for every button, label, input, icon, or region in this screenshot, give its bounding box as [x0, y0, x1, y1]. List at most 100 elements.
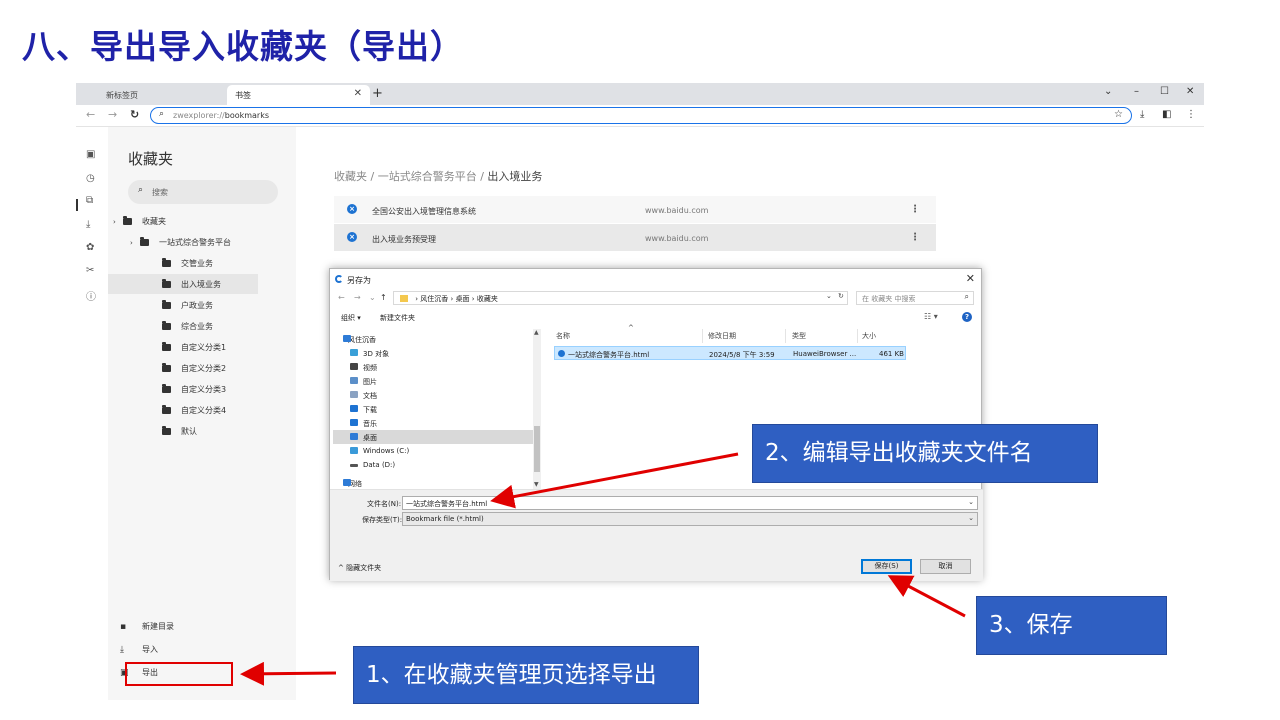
bookmark-row[interactable]: × 全国公安出入境管理信息系统 www.baidu.com ⋮ — [334, 196, 936, 223]
star-icon[interactable]: ☆ — [1114, 109, 1123, 120]
download-icon[interactable]: ⤓ — [1140, 109, 1144, 120]
chevron-down-icon[interactable]: ⌄ — [968, 498, 974, 506]
nav-item[interactable]: 音乐 — [333, 416, 536, 430]
chevron-down-icon[interactable]: ▼ — [534, 481, 539, 488]
path-row: ← → ⌄ ↑ › 风住沉香 › 桌面 › 收藏夹 ⌄ ↻ 在 收藏夹 中搜索 … — [330, 289, 983, 307]
column-size[interactable]: 大小 — [862, 331, 876, 341]
history-icon[interactable]: ◷ — [86, 173, 95, 184]
nav-item[interactable]: Windows (C:) — [333, 444, 536, 458]
tree-item-general[interactable]: 综合业务 — [108, 316, 258, 336]
nav-item[interactable]: 风住沉香 — [333, 332, 536, 346]
save-button[interactable]: 保存(S) — [861, 559, 912, 574]
path-segment[interactable]: 收藏夹 — [477, 295, 498, 303]
organize-button[interactable]: 组织 ▾ — [341, 313, 361, 323]
column-modified[interactable]: 修改日期 — [708, 331, 736, 341]
window-close-button[interactable]: ✕ — [1186, 86, 1194, 97]
desktop-icon — [350, 433, 358, 440]
tree-item-custom1[interactable]: 自定义分类1 — [108, 337, 258, 357]
extensions-icon[interactable]: ✿ — [86, 242, 94, 253]
browser-logo-icon — [335, 275, 343, 283]
column-type[interactable]: 类型 — [792, 331, 806, 341]
column-name[interactable]: 名称 — [556, 331, 570, 341]
help-icon[interactable]: ? — [962, 312, 972, 322]
hide-folders-toggle[interactable]: ^ 隐藏文件夹 — [338, 563, 381, 573]
chevron-up-icon[interactable]: ▲ — [534, 329, 539, 336]
close-icon[interactable]: ✕ — [966, 272, 975, 285]
chevron-down-icon[interactable]: ⌄ — [369, 293, 376, 302]
new-folder-button[interactable]: 新建文件夹 — [380, 313, 415, 323]
path-segment[interactable]: 桌面 — [456, 295, 470, 303]
nav-item[interactable]: 网络 — [333, 476, 536, 490]
more-icon[interactable]: ⋮ — [910, 232, 920, 243]
path-input[interactable]: › 风住沉香 › 桌面 › 收藏夹 — [393, 291, 848, 305]
minimize-button[interactable]: – — [1134, 86, 1139, 97]
address-bar: ← → ↻ ⌕ zwexplorer://bookmarks ☆ ⤓ ◧ ⋮ — [76, 105, 1204, 127]
nav-item[interactable]: 图片 — [333, 374, 536, 388]
nav-item[interactable]: 文档 — [333, 388, 536, 402]
up-icon[interactable]: ↑ — [380, 293, 387, 302]
new-tab-button[interactable]: + — [372, 86, 383, 101]
maximize-button[interactable]: ☐ — [1160, 86, 1169, 97]
file-row[interactable]: 一站式综合警务平台.html 2024/5/8 下午 3:59 HuaweiBr… — [554, 346, 906, 360]
tree-item-custom2[interactable]: 自定义分类2 — [108, 358, 258, 378]
bookmarks-icon[interactable]: ⧉ — [86, 195, 93, 206]
new-folder-button[interactable]: ▪ 新建目录 — [120, 621, 174, 632]
dialog-title: 另存为 — [347, 276, 371, 285]
menu-icon[interactable]: ⋮ — [1186, 109, 1196, 120]
folder-icon — [162, 300, 171, 309]
tree-item-root[interactable]: › 收藏夹 — [113, 211, 291, 231]
chevron-down-icon[interactable]: ⌄ — [826, 292, 832, 300]
downloads-icon[interactable]: ⤓ — [86, 219, 90, 230]
breadcrumb-root[interactable]: 收藏夹 — [334, 170, 367, 183]
nav-item-desktop[interactable]: 桌面 — [333, 430, 536, 444]
nav-item[interactable]: 下载 — [333, 402, 536, 416]
reload-icon[interactable]: ↻ — [130, 108, 139, 121]
import-button[interactable]: ⤓ 导入 — [120, 644, 158, 655]
column-divider[interactable] — [857, 329, 858, 343]
filetype-select[interactable]: Bookmark file (*.html) ⌄ — [402, 512, 978, 526]
music-icon — [350, 419, 358, 426]
tab-bookmarks[interactable]: 书签 ✕ — [227, 85, 370, 105]
nav-item[interactable]: Data (D:) — [333, 458, 536, 472]
column-divider[interactable] — [702, 329, 703, 343]
tree-item-household[interactable]: 户政业务 — [108, 295, 258, 315]
tree-item-default[interactable]: 默认 — [108, 421, 258, 441]
info-icon[interactable]: ⓘ — [86, 288, 96, 303]
tree-item-traffic[interactable]: 交管业务 — [108, 253, 258, 273]
tree-item-immigration[interactable]: 出入境业务 — [108, 274, 258, 294]
more-icon[interactable]: ⋮ — [910, 204, 920, 215]
tree-item-platform[interactable]: › 一站式综合警务平台 — [130, 232, 291, 252]
url-input[interactable]: ⌕ zwexplorer://bookmarks — [150, 107, 1132, 124]
tree-item-custom3[interactable]: 自定义分类3 — [108, 379, 258, 399]
forward-icon[interactable]: → — [354, 293, 361, 302]
bookmark-url: www.baidu.com — [645, 234, 709, 243]
folder-icon — [162, 321, 171, 330]
navigation-scrollbar[interactable]: ▲ ▼ — [533, 329, 541, 489]
forward-icon[interactable]: → — [108, 108, 117, 121]
tabs-icon[interactable]: ▣ — [86, 149, 95, 160]
tab-search-icon[interactable]: ⌄ — [1104, 86, 1112, 97]
nav-item[interactable]: 3D 对象 — [333, 346, 536, 360]
back-icon[interactable]: ← — [338, 293, 345, 302]
tab-new-tab[interactable]: 新标签页 — [76, 85, 226, 105]
breadcrumb-platform[interactable]: 一站式综合警务平台 — [378, 170, 477, 183]
bookmark-row[interactable]: × 出入境业务预受理 www.baidu.com ⋮ — [334, 224, 936, 251]
filename-input[interactable]: 一站式综合警务平台.html ⌄ — [402, 496, 978, 510]
folder-search-input[interactable]: 在 收藏夹 中搜索 ⌕ — [856, 291, 974, 305]
tab-label: 新标签页 — [106, 91, 138, 100]
bookmark-search-input[interactable]: ⌕ 搜索 — [128, 180, 278, 204]
back-icon[interactable]: ← — [86, 108, 95, 121]
view-options-icon[interactable]: ☷ ▾ — [924, 312, 938, 321]
tools-icon[interactable]: ✂ — [86, 265, 94, 276]
close-icon[interactable]: ✕ — [354, 88, 362, 99]
cancel-button[interactable]: 取消 — [920, 559, 971, 574]
scrollbar-thumb[interactable] — [534, 426, 540, 472]
refresh-icon[interactable]: ↻ — [838, 292, 844, 300]
bookmark-panel: 收藏夹 ⌕ 搜索 › 收藏夹 › 一站式综合警务平台 交管业务 出入境业务 户政业务… — [108, 127, 296, 700]
column-divider[interactable] — [785, 329, 786, 343]
tree-item-custom4[interactable]: 自定义分类4 — [108, 400, 258, 420]
path-segment[interactable]: 风住沉香 — [420, 295, 448, 303]
nav-item[interactable]: 视频 — [333, 360, 536, 374]
documents-icon — [350, 391, 358, 398]
sidebar-toggle-icon[interactable]: ◧ — [1162, 109, 1171, 120]
